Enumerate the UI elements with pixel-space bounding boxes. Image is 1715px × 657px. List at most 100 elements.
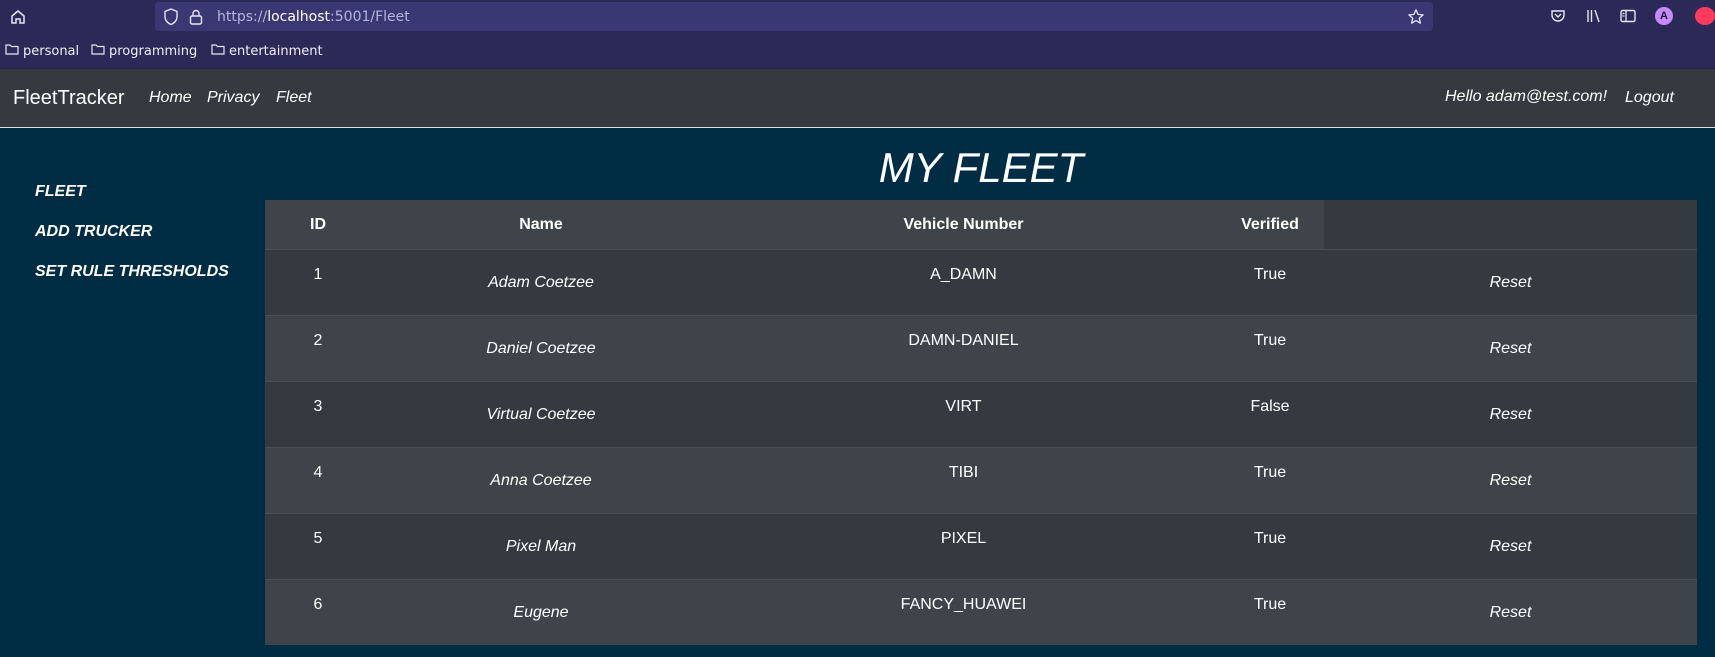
reset-button[interactable]: Reset [1324,274,1697,292]
column-header-vehicle-number: Vehicle Number [711,200,1216,250]
table-row: 2 Daniel Coetzee DAMN-DANIEL True Reset [265,315,1697,382]
column-header-name: Name [371,200,711,250]
cell-id: 6 [265,579,371,645]
bookmark-label: programming [109,43,198,59]
cell-name: Anna Coetzee [371,447,711,514]
bookmark-folder-programming[interactable]: programming [91,43,197,59]
cell-name: Adam Coetzee [371,249,711,316]
verified-text: True [1253,332,1287,349]
name-text: Daniel Coetzee [486,340,596,357]
verified-text: True [1253,266,1287,283]
cell-verified: True [1216,315,1324,382]
browser-toolbar: https://localhost:5001/Fleet A [0,0,1715,33]
cell-name: Daniel Coetzee [371,315,711,382]
sidebar-toggle-icon[interactable] [1619,7,1637,30]
table-row: 5 Pixel Man PIXEL True Reset [265,513,1697,580]
cell-vehicle: VIRT [711,381,1216,448]
nav-home-link[interactable]: Home [149,89,192,107]
table-header-row: ID Name Vehicle Number Verified [265,200,1697,250]
logout-button[interactable]: Logout [1625,89,1674,107]
id-text: 3 [313,398,323,415]
reset-button[interactable]: Reset [1324,538,1697,556]
bookmark-label: personal [23,43,80,59]
verified-text: True [1253,596,1287,613]
column-header-verified: Verified [1216,200,1324,250]
address-bar[interactable]: https://localhost:5001/Fleet [155,2,1433,31]
vehicle-text: TIBI [948,464,979,481]
fleet-table-container: ID Name Vehicle Number Verified 1 Adam C… [265,200,1697,645]
bookmark-folder-entertainment[interactable]: entertainment [211,43,323,59]
cell-id: 3 [265,381,371,448]
table-row: 1 Adam Coetzee A_DAMN True Reset [265,249,1697,316]
cell-vehicle: DAMN-DANIEL [711,315,1216,382]
vehicle-text: VIRT [945,398,982,415]
lock-icon[interactable] [188,8,204,31]
nav-privacy-link[interactable]: Privacy [207,89,259,107]
url-text[interactable]: https://localhost:5001/Fleet [217,9,410,25]
url-prefix: https:// [217,9,268,25]
bookmark-label: entertainment [229,43,323,59]
column-header-id: ID [265,200,371,250]
profile-avatar[interactable]: A [1655,7,1673,25]
cell-name: Eugene [371,579,711,645]
name-text: Anna Coetzee [490,472,592,489]
bookmark-folder-personal[interactable]: personal [5,43,79,59]
site-navbar: FleetTracker Home Privacy Fleet Hello ad… [0,69,1715,128]
cell-vehicle: PIXEL [711,513,1216,580]
sidebar-item-fleet[interactable]: FLEET [35,183,86,201]
nav-fleet-link[interactable]: Fleet [276,89,312,107]
cell-id: 2 [265,315,371,382]
url-host: localhost [267,9,331,25]
table-row: 3 Virtual Coetzee VIRT False Reset [265,381,1697,448]
name-text: Virtual Coetzee [486,406,596,423]
home-icon[interactable] [9,8,27,26]
sidebar-item-set-rule-thresholds[interactable]: SET RULE THRESHOLDS [35,263,229,281]
bookmarks-bar: personal programming entertainment [0,33,1715,69]
cell-verified: True [1216,513,1324,580]
cell-id: 4 [265,447,371,514]
name-text: Eugene [513,604,569,621]
verified-text: True [1253,464,1287,481]
brand-link[interactable]: FleetTracker [13,87,125,110]
library-icon[interactable] [1585,7,1603,30]
vehicle-text: PIXEL [940,530,987,547]
id-text: 6 [313,596,323,613]
fleet-table: ID Name Vehicle Number Verified 1 Adam C… [265,200,1697,645]
vehicle-text: FANCY_HUAWEI [900,596,1027,613]
toolbar-right-icons: A [1535,7,1715,27]
name-text: Pixel Man [505,538,577,555]
reset-button[interactable]: Reset [1324,406,1697,424]
reset-button[interactable]: Reset [1324,604,1697,622]
cell-name: Pixel Man [371,513,711,580]
cell-vehicle: TIBI [711,447,1216,514]
pocket-icon[interactable] [1549,7,1567,30]
cell-vehicle: FANCY_HUAWEI [711,579,1216,645]
cell-action: Reset [1324,579,1697,645]
name-text: Adam Coetzee [488,274,594,291]
user-greeting[interactable]: Hello adam@test.com! [1445,88,1607,106]
shield-icon[interactable] [163,8,179,31]
column-header-actions [1324,200,1697,250]
cell-action: Reset [1324,513,1697,580]
sidebar-item-add-trucker[interactable]: ADD TRUCKER [35,223,152,241]
verified-text: True [1253,530,1287,547]
reset-button[interactable]: Reset [1324,472,1697,490]
cell-name: Virtual Coetzee [371,381,711,448]
url-path: :5001/Fleet [330,9,410,25]
folder-icon [91,43,105,59]
extension-icon[interactable] [1695,7,1715,25]
page-title: MY FLEET [878,144,1084,191]
bookmark-star-icon[interactable] [1407,8,1425,31]
cell-verified: False [1216,381,1324,448]
cell-vehicle: A_DAMN [711,249,1216,316]
vehicle-text: A_DAMN [930,266,997,283]
cell-action: Reset [1324,249,1697,316]
cell-action: Reset [1324,381,1697,448]
table-row: 6 Eugene FANCY_HUAWEI True Reset [265,579,1697,645]
reset-button[interactable]: Reset [1324,340,1697,358]
vehicle-text: DAMN-DANIEL [908,332,1019,349]
cell-action: Reset [1324,447,1697,514]
id-text: 1 [313,266,323,283]
cell-action: Reset [1324,315,1697,382]
cell-verified: True [1216,249,1324,316]
